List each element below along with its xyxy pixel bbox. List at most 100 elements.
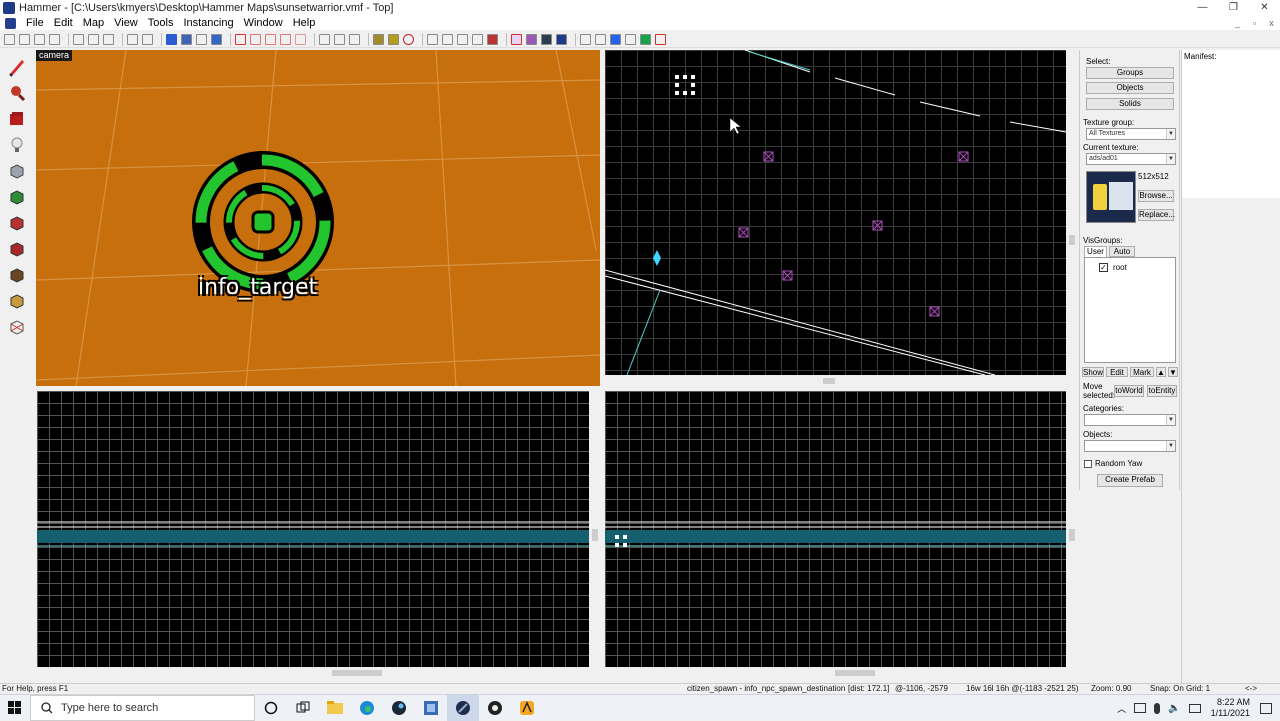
top-viewport[interactable] — [605, 50, 1066, 375]
menu-file[interactable]: File — [21, 17, 49, 29]
mdi-restore-button[interactable]: ▫ — [1246, 16, 1263, 30]
hide-unselected-icon[interactable] — [280, 33, 291, 45]
quickhide-icon[interactable] — [265, 33, 276, 45]
select-icon[interactable] — [196, 33, 207, 45]
vertex-icon[interactable] — [487, 33, 498, 45]
close-button[interactable]: ✕ — [1249, 0, 1280, 16]
to-world-button[interactable]: toWorld — [1114, 385, 1144, 397]
visgroup-item[interactable]: root — [1113, 263, 1127, 272]
scroll-thumb[interactable] — [1069, 235, 1075, 245]
menu-help[interactable]: Help — [288, 17, 321, 29]
paste-icon[interactable] — [349, 33, 360, 45]
align-icon[interactable] — [442, 33, 453, 45]
menu-window[interactable]: Window — [239, 17, 288, 29]
scale-icon[interactable] — [472, 33, 483, 45]
check-problems-icon[interactable] — [526, 33, 537, 45]
scroll-thumb[interactable] — [823, 378, 835, 384]
goto-brush-icon[interactable] — [541, 33, 552, 45]
menu-view[interactable]: View — [109, 17, 143, 29]
camera-tool-button[interactable] — [6, 108, 28, 130]
grid-3d-icon[interactable] — [19, 33, 30, 45]
cordon-icon[interactable] — [403, 33, 414, 45]
task-view-icon[interactable] — [287, 695, 319, 721]
source-sdk-icon[interactable] — [511, 695, 543, 721]
magnify-tool-button[interactable] — [6, 82, 28, 104]
network-icon[interactable] — [1134, 703, 1147, 713]
selection-tool-button[interactable] — [6, 56, 28, 78]
move-down-button[interactable]: ▼ — [1168, 367, 1178, 377]
flip-icon[interactable] — [427, 33, 438, 45]
grid-dots-icon[interactable] — [34, 33, 45, 45]
create-prefab-button[interactable]: Create Prefab — [1097, 474, 1163, 487]
cortana-icon[interactable] — [255, 695, 287, 721]
mdi-minimize-button[interactable]: _ — [1229, 16, 1246, 30]
texture-replace-icon[interactable] — [388, 33, 399, 45]
sound-browser-icon[interactable] — [610, 33, 621, 45]
to-entity-icon[interactable] — [166, 33, 177, 45]
hammer-taskbar-icon[interactable] — [447, 694, 479, 721]
obs-icon[interactable] — [479, 695, 511, 721]
side-vertical-scrollbar[interactable] — [1067, 391, 1077, 667]
vertex-tool-button[interactable] — [6, 316, 28, 338]
taskbar-clock[interactable]: 8:22 AM 1/11/2021 — [1211, 697, 1250, 719]
tab-auto[interactable]: Auto — [1109, 246, 1135, 257]
front-horizontal-scrollbar[interactable] — [37, 668, 589, 678]
clipping-tool-button[interactable] — [6, 290, 28, 312]
objects-button[interactable]: Objects — [1086, 82, 1174, 94]
overlay-icon[interactable] — [580, 33, 591, 45]
microphone-icon[interactable] — [1154, 702, 1161, 714]
steam-icon[interactable] — [383, 695, 415, 721]
entity-tool-button[interactable] — [6, 134, 28, 156]
tray-chevron-icon[interactable]: ︿ — [1117, 702, 1126, 715]
cubemap-icon[interactable] — [625, 33, 636, 45]
speaker-icon[interactable]: 🔈 — [1168, 703, 1180, 714]
side-horizontal-scrollbar[interactable] — [605, 668, 1066, 678]
menu-edit[interactable]: Edit — [49, 17, 78, 29]
minimize-button[interactable]: — — [1187, 0, 1218, 16]
entity-report-icon[interactable] — [556, 33, 567, 45]
model-browser-icon[interactable] — [595, 33, 606, 45]
camera-viewport[interactable]: info_target camera — [36, 50, 600, 386]
scroll-thumb[interactable] — [835, 670, 875, 676]
show-icon[interactable] — [250, 33, 261, 45]
visgroup-checkbox[interactable]: ✓ — [1099, 263, 1108, 272]
to-entity-button[interactable]: toEntity — [1147, 385, 1177, 397]
texture-preview[interactable] — [1086, 171, 1136, 223]
group-icon[interactable] — [88, 33, 99, 45]
green-run-icon[interactable] — [640, 33, 651, 45]
carve-icon[interactable] — [73, 33, 84, 45]
visgroup-list[interactable]: ✓ root — [1084, 257, 1176, 363]
vs-code-icon[interactable] — [415, 695, 447, 721]
cut-icon[interactable] — [319, 33, 330, 45]
solids-button[interactable]: Solids — [1086, 98, 1174, 110]
redo-icon[interactable] — [142, 33, 153, 45]
top-horizontal-scrollbar[interactable] — [605, 376, 1066, 386]
camera-label[interactable]: camera — [36, 50, 73, 61]
scroll-thumb[interactable] — [1069, 529, 1075, 541]
show-button[interactable]: Show — [1082, 367, 1104, 377]
restore-button[interactable]: ❐ — [1218, 0, 1249, 16]
scroll-thumb[interactable] — [592, 529, 598, 541]
menu-tools[interactable]: Tools — [143, 17, 179, 29]
overlay-tool-button[interactable] — [6, 264, 28, 286]
replace-button[interactable]: Replace... — [1138, 209, 1175, 221]
texture-lock-icon[interactable] — [211, 33, 222, 45]
compile-icon[interactable] — [511, 33, 522, 45]
edit-button[interactable]: Edit — [1106, 367, 1128, 377]
copy-icon[interactable] — [334, 33, 345, 45]
side-viewport[interactable] — [605, 391, 1066, 667]
notification-icon[interactable] — [1260, 702, 1272, 714]
grid-size-icon[interactable] — [49, 33, 60, 45]
objects-select[interactable]: ▼ — [1084, 440, 1176, 452]
document-icon[interactable] — [5, 17, 16, 29]
scroll-thumb[interactable] — [332, 670, 382, 676]
block-tool-button[interactable] — [6, 160, 28, 182]
grid-toggle-icon[interactable] — [4, 33, 15, 45]
move-up-button[interactable]: ▲ — [1156, 367, 1166, 377]
file-explorer-icon[interactable] — [319, 695, 351, 721]
red-tool-icon[interactable] — [655, 33, 666, 45]
front-vertical-scrollbar[interactable] — [590, 391, 600, 667]
browse-button[interactable]: Browse... — [1138, 190, 1174, 202]
monitor-icon[interactable] — [1188, 703, 1201, 713]
taskbar-search[interactable]: Type here to search — [30, 694, 255, 721]
